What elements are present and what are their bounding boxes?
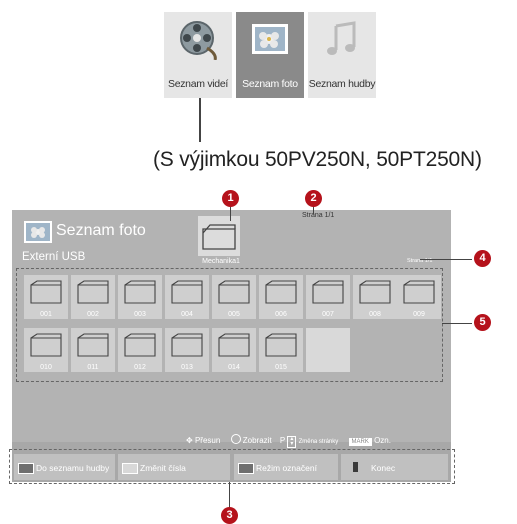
folder-number: 008	[369, 311, 381, 318]
menu-tile-video-list[interactable]: Seznam videí	[164, 12, 232, 98]
folder-item[interactable]: 008	[353, 275, 397, 319]
photo-icon	[24, 221, 52, 243]
folder-item[interactable]: 007	[306, 275, 350, 319]
folder-icon	[265, 280, 297, 304]
folder-item[interactable]: 001	[24, 275, 68, 319]
folder-number: 014	[228, 364, 240, 371]
folder-icon	[30, 333, 62, 357]
folder-number: 001	[40, 311, 52, 318]
menu-tile-photo-list[interactable]: Seznam foto	[236, 12, 304, 98]
color-key-icon	[18, 463, 34, 474]
ok-button-icon	[230, 434, 241, 444]
callout-line	[442, 323, 472, 324]
folder-icon	[30, 280, 62, 304]
folder-number: 006	[275, 311, 287, 318]
drive-button[interactable]	[198, 216, 240, 256]
folder-icon	[77, 280, 109, 304]
menu-tile-label: Seznam hudby	[308, 78, 376, 90]
photo-icon	[252, 24, 288, 54]
folder-number: 004	[181, 311, 193, 318]
folder-number: 015	[275, 364, 287, 371]
folder-number: 005	[228, 311, 240, 318]
button-label: Změnit čísla	[140, 463, 186, 473]
folder-item[interactable]: 005	[212, 275, 256, 319]
folder-icon	[202, 224, 236, 250]
callout-3: 3	[221, 507, 238, 524]
folder-icon	[124, 280, 156, 304]
folder-icon	[218, 333, 250, 357]
film-reel-icon	[180, 21, 217, 60]
folder-item[interactable]: 012	[118, 328, 162, 372]
callout-line	[420, 259, 472, 260]
callout-line	[230, 205, 231, 221]
button-label: Režim označení	[256, 463, 317, 473]
folder-icon	[171, 280, 203, 304]
nav-hints: ✥ Přesun Zobrazit P ▴ ▾ Změna stránky MAR…	[186, 434, 391, 448]
page-key: P	[279, 436, 286, 445]
exit-button[interactable]: Konec	[341, 454, 448, 480]
folder-item[interactable]: 011	[71, 328, 115, 372]
source-label: Externí USB	[22, 251, 86, 263]
folder-number: 010	[40, 364, 52, 371]
folder-item[interactable]: 014	[212, 328, 256, 372]
folder-icon	[265, 333, 297, 357]
folder-number: 009	[413, 311, 425, 318]
mark-mode-button[interactable]: Režim označení	[234, 454, 338, 480]
page-indicator-top: Strana 1/1	[302, 212, 335, 219]
callout-line	[229, 482, 230, 510]
folder-number: 012	[134, 364, 146, 371]
color-key-icon	[122, 463, 138, 474]
folder-item[interactable]: 004	[165, 275, 209, 319]
move-hint: Přesun	[194, 436, 221, 445]
folder-item[interactable]: 002	[71, 275, 115, 319]
folder-item[interactable]: 003	[118, 275, 162, 319]
button-label: Konec	[371, 463, 396, 473]
change-numbers-button[interactable]: Změnit čísla	[118, 454, 230, 480]
mark-hint: Ozn.	[374, 436, 391, 445]
page-arrows-icon: ▴ ▾	[287, 436, 297, 448]
folder-item[interactable]: 010	[24, 328, 68, 372]
callout-1: 1	[222, 190, 239, 207]
exception-note: (S výjimkou 50PV250N, 50PT250N)	[153, 148, 482, 171]
folder-item[interactable]: 006	[259, 275, 303, 319]
folder-item[interactable]: 015	[259, 328, 303, 372]
color-key-icon	[238, 463, 254, 474]
menu-tile-label: Seznam videí	[167, 78, 228, 90]
move-arrows-icon: ✥	[186, 436, 193, 445]
music-note-icon	[327, 21, 356, 55]
empty-slot	[306, 328, 350, 372]
folder-icon	[403, 280, 435, 304]
folder-icon	[77, 333, 109, 357]
page-title: Seznam foto	[56, 222, 146, 239]
folder-item[interactable]: 013	[165, 328, 209, 372]
folder-number: 002	[87, 311, 99, 318]
view-hint: Zobrazit	[242, 436, 272, 445]
mark-key: MARK	[348, 438, 372, 446]
menu-tile-music-list[interactable]: Seznam hudby	[308, 12, 376, 98]
folder-number: 007	[322, 311, 334, 318]
callout-4: 4	[474, 250, 491, 267]
callout-5: 5	[474, 314, 491, 331]
exit-key-icon	[353, 462, 358, 472]
folder-icon	[124, 333, 156, 357]
folder-number: 013	[181, 364, 193, 371]
folder-number: 003	[134, 311, 146, 318]
folder-number: 011	[87, 364, 99, 371]
to-music-list-button[interactable]: Do seznamu hudby	[14, 454, 115, 480]
folder-item[interactable]: 009	[397, 275, 441, 319]
callout-2: 2	[305, 190, 322, 207]
folder-icon	[359, 280, 391, 304]
button-label: Do seznamu hudby	[36, 463, 110, 473]
folder-icon	[171, 333, 203, 357]
drive-label: Mechanika1	[202, 258, 240, 265]
page-change-hint: Změna stránky	[298, 439, 339, 445]
folder-icon	[312, 280, 344, 304]
menu-tile-label: Seznam foto	[242, 78, 298, 90]
connector-line	[199, 98, 201, 142]
folder-icon	[218, 280, 250, 304]
